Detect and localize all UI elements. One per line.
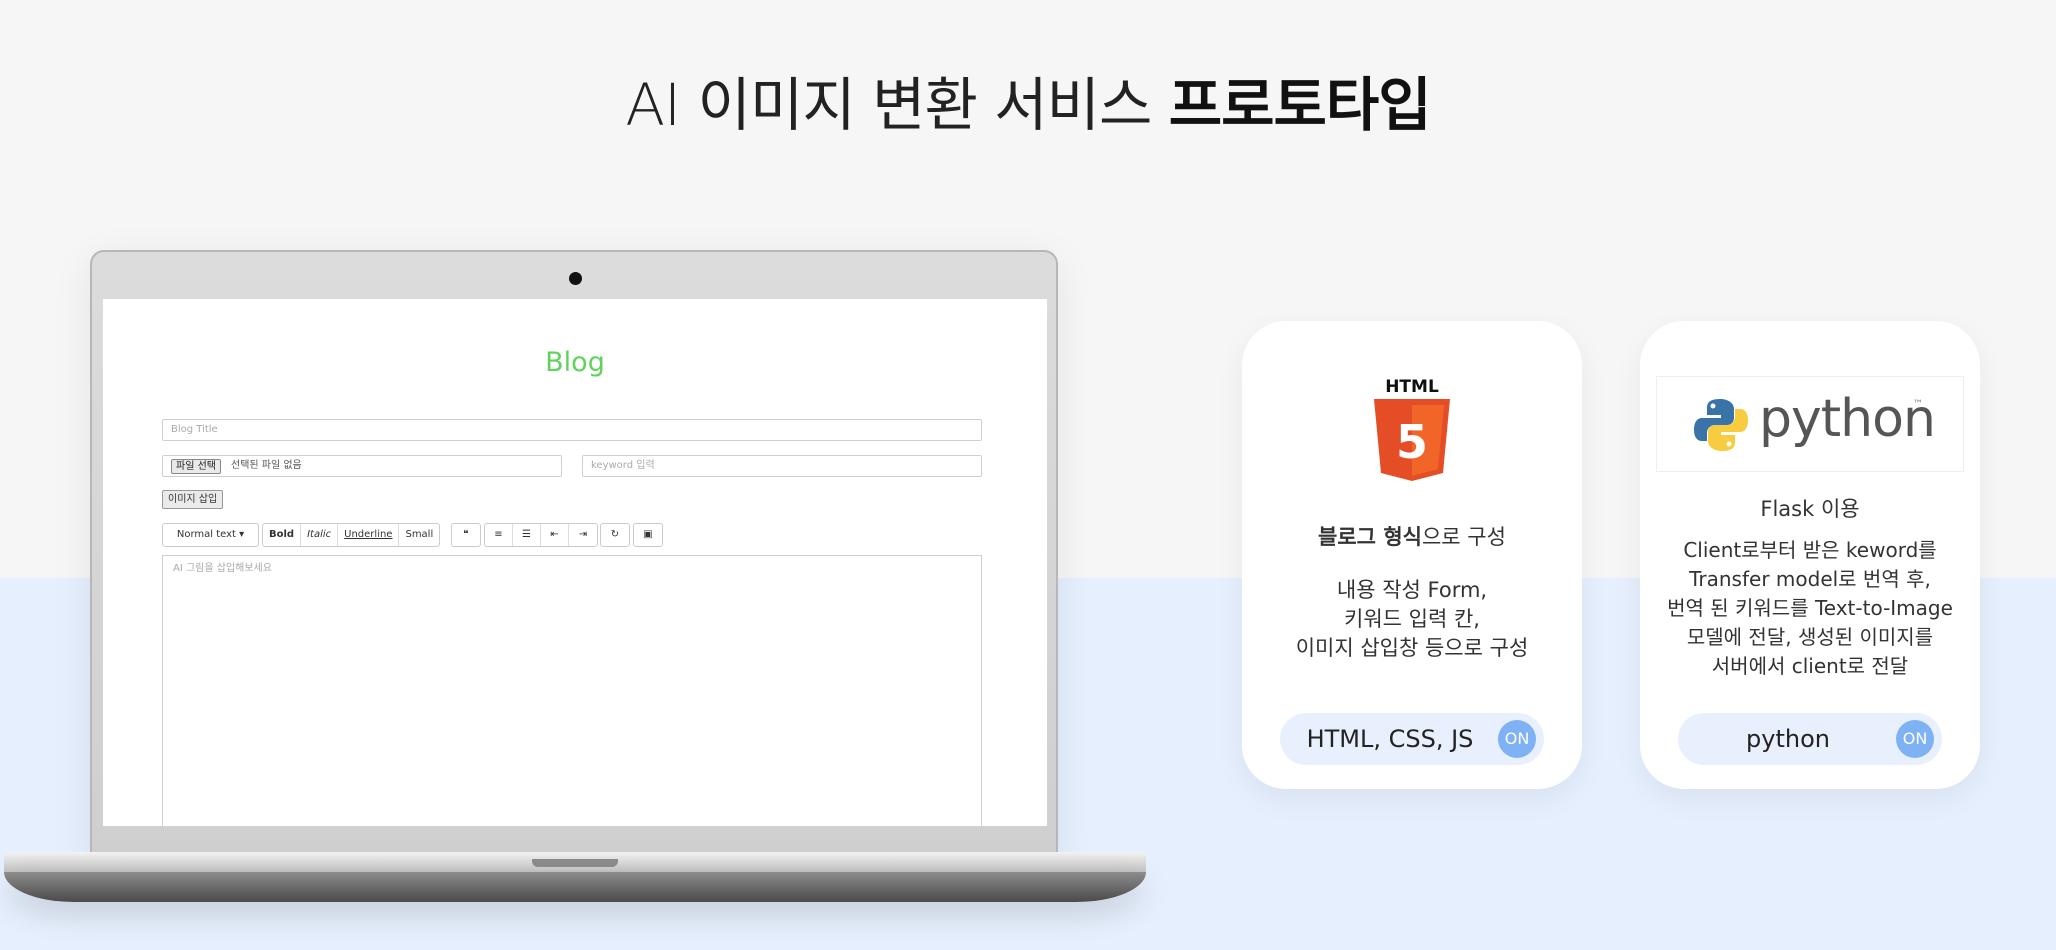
laptop-base-bottom — [4, 872, 1146, 902]
card-heading: 블로그 형식으로 구성 — [1318, 525, 1506, 549]
italic-button[interactable]: Italic — [301, 524, 339, 546]
toolbar-list-group: ≡ ☰ ⇤ ⇥ — [484, 523, 598, 547]
laptop-notch — [532, 859, 618, 867]
text-style-dropdown[interactable]: Normal text ▾ — [163, 524, 258, 546]
card-description: 내용 작성 Form, 키워드 입력 칸, 이미지 삽입창 등으로 구성 — [1295, 578, 1529, 660]
tech-toggle-python[interactable]: python ON — [1678, 713, 1942, 765]
underline-button[interactable]: Underline — [338, 524, 400, 546]
toolbar-quote-group: ❝ — [451, 523, 481, 547]
card-html: HTML 5 블로그 형식으로 구성 내용 작성 Form, 키워드 입력 칸,… — [1242, 321, 1582, 789]
on-badge[interactable]: ON — [1498, 720, 1536, 758]
keyword-input[interactable]: keyword 입력 — [582, 455, 982, 477]
blog-title-input[interactable]: Blog Title — [162, 419, 982, 441]
python-logo-icon: python ™ — [1656, 376, 1964, 472]
html5-logo-icon: HTML 5 — [1374, 377, 1450, 481]
on-badge[interactable]: ON — [1896, 720, 1934, 758]
pill-label: python — [1746, 725, 1830, 753]
file-choose-button[interactable]: 파일 선택 — [171, 459, 221, 474]
card-description: Client로부터 받은 keword를 Transfer model로 번역 … — [1667, 538, 1953, 678]
bold-button[interactable]: Bold — [263, 524, 302, 546]
outdent-icon[interactable]: ⇤ — [541, 524, 569, 546]
file-status: 선택된 파일 없음 — [231, 460, 302, 471]
tech-toggle-html[interactable]: HTML, CSS, JS ON — [1280, 713, 1544, 765]
toolbar-redo-group: ↻ — [600, 523, 630, 547]
redo-icon[interactable]: ↻ — [601, 524, 629, 546]
quote-icon[interactable]: ❝ — [452, 524, 480, 546]
image-icon[interactable]: ▣ — [634, 524, 662, 546]
blog-heading: Blog — [545, 347, 605, 378]
editor-textarea[interactable]: AI 그림을 삽입해보세요 — [162, 555, 982, 826]
toolbar-style-group: Normal text ▾ — [162, 523, 259, 547]
unordered-list-icon[interactable]: ☰ — [513, 524, 541, 546]
card-heading: Flask 이용 — [1760, 497, 1860, 521]
laptop-lid: Blog Blog Title 파일 선택 선택된 파일 없음 keyword … — [90, 250, 1058, 860]
small-button[interactable]: Small — [399, 524, 439, 546]
card-python: python ™ Flask 이용 Client로부터 받은 keword를 T… — [1640, 321, 1980, 789]
laptop-screen: Blog Blog Title 파일 선택 선택된 파일 없음 keyword … — [103, 299, 1047, 826]
indent-icon[interactable]: ⇥ — [569, 524, 597, 546]
insert-image-button[interactable]: 이미지 삽입 — [162, 490, 224, 509]
camera-dot — [569, 272, 582, 285]
toolbar-format-group: Bold Italic Underline Small — [262, 523, 441, 547]
page-title: AI 이미지 변환 서비스 프로토타입 — [625, 71, 1431, 139]
ordered-list-icon[interactable]: ≡ — [485, 524, 513, 546]
toolbar-image-group: ▣ — [633, 523, 663, 547]
pill-label: HTML, CSS, JS — [1306, 725, 1474, 753]
file-input[interactable]: 파일 선택 선택된 파일 없음 — [162, 455, 562, 477]
